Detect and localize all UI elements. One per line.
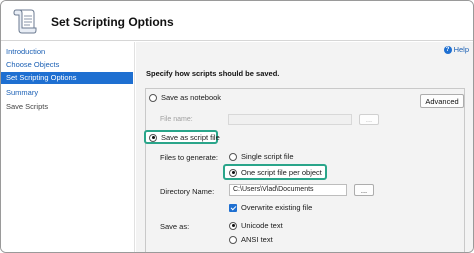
- unicode-text-option[interactable]: Unicode text: [229, 221, 283, 230]
- help-label: Help: [453, 45, 469, 54]
- files-to-generate-label: Files to generate:: [160, 153, 218, 162]
- save-as-notebook-option[interactable]: Save as notebook: [149, 93, 221, 102]
- help-icon: ?: [443, 45, 452, 54]
- save-as-notebook-label: Save as notebook: [161, 93, 222, 102]
- sidebar-item-summary[interactable]: Summary: [1, 87, 133, 99]
- advanced-button[interactable]: Advanced: [420, 94, 464, 108]
- one-file-per-object-label: One script file per object: [241, 168, 322, 177]
- file-name-browse-button[interactable]: ...: [359, 114, 379, 125]
- page-title: Set Scripting Options: [51, 15, 174, 29]
- directory-name-input[interactable]: C:\Users\Vlad\Documents: [229, 184, 347, 196]
- sidebar-item-introduction[interactable]: Introduction: [1, 46, 133, 58]
- sidebar-item-save-scripts: Save Scripts: [6, 102, 49, 111]
- single-script-radio[interactable]: [229, 152, 237, 161]
- overwrite-checkbox[interactable]: [229, 203, 237, 212]
- scroll-icon: [13, 9, 37, 34]
- overwrite-label: Overwrite existing file: [241, 203, 313, 212]
- save-as-script-label: Save as script file: [161, 133, 220, 142]
- wizard-steps-sidebar: Introduction Choose Objects Set Scriptin…: [1, 42, 135, 252]
- unicode-text-radio[interactable]: [229, 221, 237, 230]
- instruction-text: Specify how scripts should be saved.: [146, 69, 280, 78]
- options-panel: Save as notebook Advanced File name: ...…: [144, 88, 465, 252]
- sidebar-item-choose-objects[interactable]: Choose Objects: [1, 59, 133, 71]
- unicode-text-label: Unicode text: [241, 221, 283, 230]
- main-content: ? Help Specify how scripts should be sav…: [136, 42, 473, 252]
- save-as-notebook-radio[interactable]: [149, 93, 157, 102]
- directory-name-label: Directory Name:: [160, 187, 215, 196]
- help-link[interactable]: ? Help: [443, 45, 469, 54]
- wizard-header: Set Scripting Options: [1, 1, 473, 41]
- save-as-label: Save as:: [160, 222, 190, 231]
- ansi-text-option[interactable]: ANSI text: [229, 235, 273, 244]
- single-script-label: Single script file: [241, 152, 294, 161]
- ansi-text-label: ANSI text: [241, 235, 273, 244]
- one-file-per-object-radio[interactable]: [229, 168, 237, 177]
- file-name-input[interactable]: [228, 114, 352, 125]
- wizard-window: Set Scripting Options Introduction Choos…: [0, 0, 474, 253]
- file-name-label: File name:: [160, 116, 193, 123]
- one-file-per-object-option[interactable]: One script file per object: [229, 168, 322, 177]
- ansi-text-radio[interactable]: [229, 235, 237, 244]
- save-as-script-option[interactable]: Save as script file: [149, 133, 220, 142]
- directory-browse-button[interactable]: ...: [354, 184, 374, 196]
- single-script-option[interactable]: Single script file: [229, 152, 294, 161]
- sidebar-item-set-scripting-options[interactable]: Set Scripting Options: [1, 72, 133, 84]
- save-as-script-radio[interactable]: [149, 133, 157, 142]
- overwrite-option[interactable]: Overwrite existing file: [229, 203, 312, 212]
